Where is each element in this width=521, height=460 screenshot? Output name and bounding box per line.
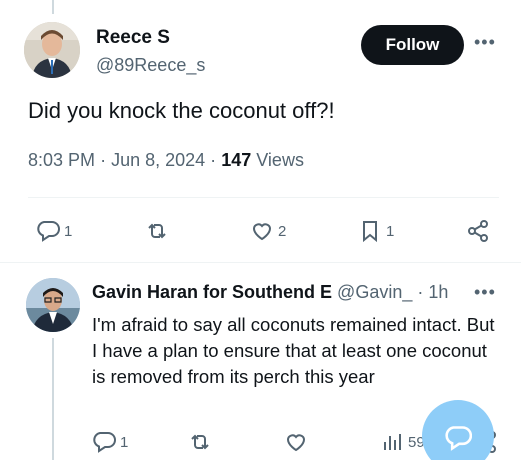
reply-time[interactable]: 1h bbox=[428, 282, 448, 302]
views-label: Views bbox=[256, 150, 304, 170]
retweet-button[interactable] bbox=[188, 430, 216, 454]
reply-avatar[interactable] bbox=[26, 278, 80, 332]
compose-icon bbox=[445, 426, 472, 451]
avatar[interactable] bbox=[24, 22, 80, 78]
like-icon bbox=[286, 434, 306, 452]
tweet-date[interactable]: Jun 8, 2024 bbox=[111, 150, 205, 170]
tweet-text: Did you knock the coconut off?! bbox=[28, 98, 335, 123]
views-icon bbox=[384, 434, 401, 450]
bookmark-count: 1 bbox=[386, 222, 395, 240]
like-icon bbox=[252, 223, 272, 241]
bookmark-button[interactable]: 1 bbox=[358, 219, 394, 243]
reply-count: 1 bbox=[64, 222, 73, 240]
more-options-icon[interactable]: ••• bbox=[474, 32, 496, 53]
reply-button[interactable]: 1 bbox=[36, 219, 72, 243]
reply-count: 1 bbox=[120, 433, 129, 451]
reply-icon bbox=[93, 432, 116, 453]
meta-separator: · bbox=[417, 282, 424, 302]
thread-line bbox=[52, 338, 54, 460]
retweet-icon bbox=[148, 223, 166, 239]
main-tweet: Reece S @89Reece_s Follow ••• Did you kn… bbox=[0, 0, 521, 262]
reply-author-handle[interactable]: @Gavin_ bbox=[337, 282, 412, 302]
divider bbox=[0, 262, 521, 263]
reply-text: I'm afraid to say all coconuts remained … bbox=[92, 314, 495, 387]
tweet-meta: 8:03 PM · Jun 8, 2024 · 147 Views bbox=[28, 150, 304, 171]
meta-separator: · bbox=[100, 150, 107, 170]
compose-reply-button[interactable] bbox=[422, 400, 494, 460]
author-handle[interactable]: @89Reece_s bbox=[96, 55, 205, 76]
more-options-icon[interactable]: ••• bbox=[474, 282, 496, 303]
like-count: 2 bbox=[278, 222, 287, 240]
reply-button[interactable]: 1 bbox=[92, 430, 128, 454]
like-button[interactable] bbox=[284, 430, 312, 454]
reply-author-name[interactable]: Gavin Haran for Southend E bbox=[92, 282, 332, 302]
like-button[interactable]: 2 bbox=[250, 219, 286, 243]
retweet-icon bbox=[191, 434, 209, 450]
views-count: 147 bbox=[221, 150, 252, 170]
views-button[interactable]: 59 bbox=[380, 430, 425, 454]
avatar-photo-icon bbox=[24, 22, 80, 78]
reply-header: Gavin Haran for Southend E @Gavin_ · 1h bbox=[92, 282, 448, 303]
meta-separator: · bbox=[210, 150, 217, 170]
reply-icon bbox=[37, 221, 60, 242]
avatar-photo-icon bbox=[26, 278, 80, 332]
author-name[interactable]: Reece S bbox=[96, 27, 170, 49]
share-button[interactable] bbox=[466, 219, 490, 243]
divider bbox=[28, 197, 499, 198]
share-icon bbox=[468, 220, 488, 242]
retweet-button[interactable] bbox=[145, 219, 173, 243]
bookmark-icon bbox=[363, 221, 377, 243]
tweet-time[interactable]: 8:03 PM bbox=[28, 150, 95, 170]
follow-button[interactable]: Follow bbox=[361, 25, 464, 65]
